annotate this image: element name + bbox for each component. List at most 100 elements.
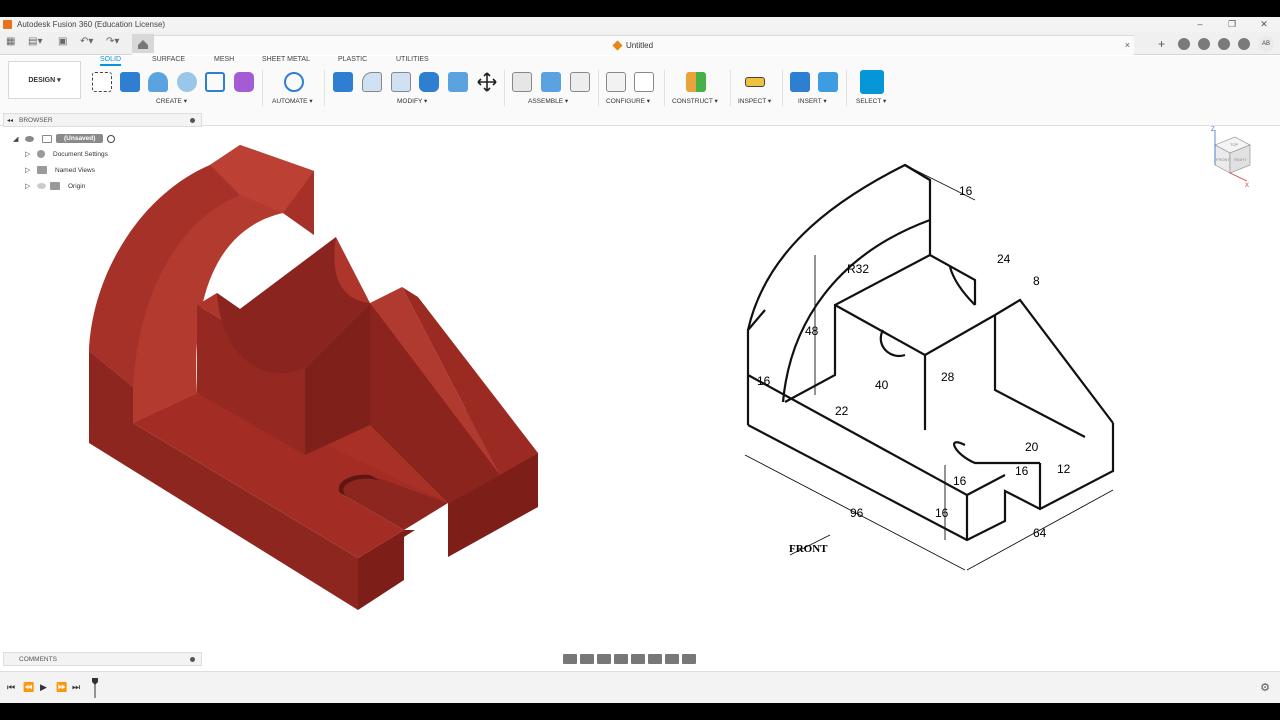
tab-utilities[interactable]: UTILITIES [396, 56, 429, 63]
help-icon[interactable] [1238, 38, 1250, 50]
zoom-icon[interactable] [614, 654, 628, 664]
go-to-start-icon[interactable]: ⏮ [7, 682, 15, 693]
combine-icon[interactable] [448, 72, 468, 92]
create-sketch-icon[interactable] [92, 72, 112, 92]
comments-panel[interactable]: COMMENTS [3, 652, 202, 666]
browser-item-origin[interactable]: ▷ Origin [25, 182, 85, 190]
go-to-end-icon[interactable]: ⏭ [72, 682, 80, 693]
timeline-marker[interactable] [92, 678, 98, 698]
redo-icon[interactable]: ↷▾ [106, 36, 119, 47]
orbit-icon[interactable] [563, 654, 577, 664]
file-menu-icon[interactable]: ▤▾ [28, 36, 42, 47]
shell-icon[interactable] [419, 72, 439, 92]
new-tab-icon[interactable]: + [1158, 38, 1170, 50]
move-icon[interactable] [477, 72, 497, 92]
measure-icon[interactable] [745, 77, 765, 87]
form-icon[interactable] [234, 72, 254, 92]
drawing-line [924, 314, 996, 356]
job-status-icon[interactable] [1198, 38, 1210, 50]
add-comment-icon[interactable] [190, 657, 195, 662]
app-grid-icon[interactable]: ▦ [6, 36, 15, 47]
tab-sheet-metal[interactable]: SHEET METAL [262, 56, 310, 63]
fillet-icon[interactable] [362, 72, 382, 92]
tab-surface[interactable]: SURFACE [152, 56, 185, 63]
hole-icon[interactable] [177, 72, 197, 92]
document-tab[interactable]: Untitled × [132, 35, 1134, 55]
extensions-icon[interactable] [1178, 38, 1190, 50]
fit-icon[interactable] [631, 654, 645, 664]
collapse-icon[interactable]: ◂◂ [7, 117, 13, 124]
expand-icon[interactable]: ◢ [13, 135, 25, 143]
insert-canvas-icon[interactable] [818, 72, 838, 92]
group-select[interactable]: SELECT ▾ [856, 97, 886, 105]
visibility-off-icon[interactable] [37, 183, 46, 189]
folder-icon [37, 166, 47, 174]
dimension-label: 20 [1025, 440, 1039, 454]
expand-icon[interactable]: ▷ [25, 182, 37, 190]
configuration-table-icon[interactable] [634, 72, 654, 92]
tab-solid[interactable]: SOLID [100, 56, 122, 66]
ribbon-divider [730, 70, 731, 106]
insert-derive-icon[interactable] [790, 72, 810, 92]
minimize-icon[interactable]: – [1184, 17, 1216, 32]
notifications-icon[interactable] [1218, 38, 1230, 50]
grid-settings-icon[interactable] [665, 654, 679, 664]
dimension-label: 24 [997, 252, 1011, 266]
group-inspect[interactable]: INSPECT ▾ [738, 97, 771, 105]
ribbon-divider [782, 70, 783, 106]
top-right-tools: + AB [1158, 36, 1274, 52]
drawing-line [993, 315, 1086, 438]
undo-icon[interactable]: ↶▾ [80, 36, 93, 47]
workspace-switcher[interactable]: DESIGN ▾ [8, 61, 81, 99]
maximize-icon[interactable]: ❐ [1216, 17, 1248, 32]
joint-icon[interactable] [541, 72, 561, 92]
tab-plastic[interactable]: PLASTIC [338, 56, 367, 63]
chamfer-icon[interactable] [391, 72, 411, 92]
automate-icon[interactable] [284, 72, 304, 92]
press-pull-icon[interactable] [333, 72, 353, 92]
new-component-icon[interactable] [512, 72, 532, 92]
as-built-joint-icon[interactable] [570, 72, 590, 92]
group-configure[interactable]: CONFIGURE ▾ [606, 97, 650, 105]
pattern-icon[interactable] [205, 72, 225, 92]
step-forward-icon[interactable]: ⏩ [56, 682, 67, 693]
timeline: ⏮ ⏪ ▶ ⏩ ⏭ ⚙ [0, 671, 1280, 703]
configure-icon[interactable] [606, 72, 626, 92]
group-create[interactable]: CREATE ▾ [156, 97, 187, 105]
3d-model-viewport[interactable] [80, 125, 550, 615]
pan-icon[interactable] [597, 654, 611, 664]
pin-icon[interactable] [190, 117, 195, 123]
view-cube[interactable]: TOP FRONT RIGHT Z X [1205, 125, 1255, 195]
tab-close-icon[interactable]: × [1125, 40, 1130, 50]
tab-mesh[interactable]: MESH [214, 56, 234, 63]
ribbon-divider [664, 70, 665, 106]
group-assemble[interactable]: ASSEMBLE ▾ [528, 97, 568, 105]
component-icon [42, 134, 52, 143]
construct-plane-icon[interactable] [686, 72, 706, 92]
select-icon[interactable] [860, 70, 884, 94]
ribbon-divider [262, 70, 263, 106]
look-at-icon[interactable] [580, 654, 594, 664]
comments-title: COMMENTS [19, 656, 57, 663]
group-insert[interactable]: INSERT ▾ [798, 97, 827, 105]
save-icon[interactable]: ▣ [58, 36, 67, 47]
navigation-toolbar [563, 651, 718, 667]
expand-icon[interactable]: ▷ [25, 150, 37, 158]
viewports-icon[interactable] [682, 654, 696, 664]
revolve-icon[interactable] [148, 72, 168, 92]
avatar[interactable]: AB [1258, 36, 1274, 52]
group-automate[interactable]: AUTOMATE ▾ [272, 97, 313, 105]
display-settings-icon[interactable] [648, 654, 662, 664]
drawing-line [966, 474, 1006, 496]
extrude-icon[interactable] [120, 72, 140, 92]
group-construct[interactable]: CONSTRUCT ▾ [672, 97, 718, 105]
home-tab[interactable] [132, 34, 154, 53]
group-modify[interactable]: MODIFY ▾ [397, 97, 427, 105]
timeline-settings-icon[interactable]: ⚙ [1260, 681, 1270, 694]
step-back-icon[interactable]: ⏪ [23, 682, 34, 693]
expand-icon[interactable]: ▷ [25, 166, 37, 174]
visibility-icon[interactable] [25, 135, 34, 142]
front-label: FRONT [789, 543, 828, 555]
play-icon[interactable]: ▶ [40, 682, 47, 693]
close-icon[interactable]: ✕ [1248, 17, 1280, 32]
